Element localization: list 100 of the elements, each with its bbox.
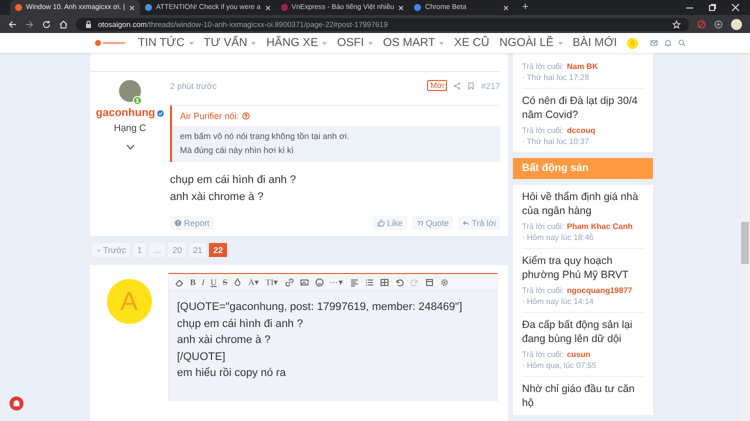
mail-icon[interactable] [650,39,658,47]
reload-icon[interactable] [42,20,51,28]
caret-icon [439,42,444,44]
nav-menu-item[interactable]: OS MART [382,37,444,49]
star-icon[interactable] [672,20,681,28]
undo-icon[interactable] [394,278,404,286]
reply-time: · Hôm nay lúc 18:46 [522,232,594,243]
drop-icon[interactable] [233,278,242,286]
toolbar-button[interactable]: TI▾ [266,277,279,287]
caret-icon [322,42,328,44]
nav-menu-item[interactable]: BÀI MỚI [572,37,618,49]
last-reply-label: Trả lời cuối: [522,61,564,72]
chevron-down-icon[interactable] [126,144,134,150]
username-link[interactable]: Nam BK [566,61,598,72]
reply-editor[interactable]: B I U S A▾ TI▾ ⋯▾ [QUOTE="gaconhung, post: 17997619, member: 248469"] chụp em cái hình đi anh ? anh xài chrome à ? [/QUOTE] em hiểu rồi copy nó ra [168,273,498,401]
quote-button[interactable]: Quote [412,216,453,230]
site-icon [145,4,152,11]
username-link[interactable]: ngocquang19877 [566,285,632,296]
toolbar-button[interactable]: U [210,277,217,287]
quote-icon [416,219,424,227]
close-icon[interactable] [503,4,510,10]
post-text: anh xài chrome à ? [170,190,265,205]
nav-menu-item[interactable]: XE CŨ [454,37,490,49]
username-link[interactable]: cusun [566,349,590,360]
topic-title-link[interactable]: Hỏi về thẩm định giá nhà của ngân hàng [522,190,644,218]
site-icon [15,4,22,11]
align-icon[interactable] [350,278,359,286]
smiley-icon[interactable] [314,278,324,286]
editor-text: [QUOTE="gaconhung, post: 17997619, member: 248469"] [177,300,464,315]
arrow-up-circle-icon[interactable] [242,112,250,120]
like-icon [377,219,386,227]
gear-icon[interactable] [440,278,449,286]
eraser-icon[interactable] [175,278,184,286]
nav-menu-item[interactable]: TIN TỨC [138,37,194,49]
notification-bell-icon[interactable] [9,396,24,411]
topic-title-link[interactable]: Nhờ chỉ giáo đầu tư căn hộ [522,382,644,410]
nav-menu-item[interactable]: TƯ VẤN [204,37,256,49]
table-icon[interactable] [380,278,389,286]
bell-icon[interactable] [664,39,672,47]
blocked-icon[interactable] [697,20,706,28]
editor-text: [/QUOTE] [177,350,226,364]
close-icon[interactable] [398,4,404,10]
page-button[interactable]: 1 [133,243,146,257]
forward-icon[interactable] [25,20,34,28]
site-icon [414,4,422,11]
toolbar-button[interactable]: A▾ [248,277,260,287]
template-icon[interactable] [424,278,434,286]
close-icon[interactable] [731,3,740,12]
scrollbar[interactable] [740,53,750,421]
reply-button[interactable]: Trả lời [458,216,500,230]
lock-icon [84,20,93,28]
caret-icon [368,42,373,44]
toolbar-button[interactable]: S [222,277,228,287]
reply-icon [462,219,470,227]
extension-icon[interactable] [714,20,723,28]
restore-icon[interactable] [708,3,717,12]
page-button[interactable]: 21 [188,243,206,257]
report-button[interactable]: Report [170,216,214,230]
close-icon[interactable] [264,4,271,10]
page-button[interactable]: 20 [168,243,186,257]
page-button[interactable]: 22 [209,243,227,257]
last-reply-label: Trả lời cuối: [522,349,564,360]
close-icon[interactable] [129,4,136,10]
reply-time: · Thứ hai lúc 17:28 [522,72,590,83]
link-icon[interactable] [284,278,294,286]
post-text: chụp em cái hình đi anh ? [170,173,297,188]
toolbar-button[interactable]: I [202,277,205,287]
page-ellipsis[interactable]: … [148,243,166,257]
search-icon[interactable] [678,39,686,47]
like-button[interactable]: Like [373,216,407,230]
quote-text: em bấm vô nó nói trang không tồn tại anh ơi. [180,130,350,143]
list-icon[interactable] [364,278,374,286]
previous-page-button[interactable]: Trước [92,243,130,257]
topic-title-link[interactable]: Đa cấp bất động sản lại đang bùng lên dữ dội [522,318,644,346]
new-badge: Mới [427,80,448,91]
topic-title-link[interactable]: Kiểm tra quy hoạch phường Phú Mỹ BRVT [522,254,644,282]
post-time: 2 phút trước [170,80,217,90]
profile-avatar[interactable] [731,18,742,30]
back-icon[interactable] [8,20,17,28]
topic-title-link[interactable]: Có nên đi Đà lạt dịp 30/4 năm Covid? [522,94,644,122]
image-icon[interactable] [300,278,309,286]
editor-text: anh xài chrome à ? [177,333,272,348]
new-tab-button[interactable]: + [514,0,537,15]
user-avatar[interactable] [119,80,141,102]
editor-text: chụp em cái hình đi anh ? [177,316,304,332]
caret-icon [558,42,563,44]
username-link[interactable]: gaconhung [96,107,156,119]
scrollbar-thumb[interactable] [741,222,749,264]
username-link[interactable]: Pham Khac Canh [566,221,633,232]
nav-menu-item[interactable]: NGOÀI LỀ [499,37,563,49]
toolbar-button[interactable]: B [190,277,196,287]
username-link[interactable]: dccouq [566,125,596,136]
toolbar-button[interactable]: ⋯▾ [330,277,344,287]
home-icon[interactable] [59,20,68,28]
logo-icon[interactable] [94,39,126,47]
user-rank: Hạng C [114,123,146,134]
nav-menu-item[interactable]: HÃNG XE [266,37,328,49]
nav-menu-item[interactable]: OSFI [337,37,373,49]
quote-author[interactable]: Air Purifier nói: [180,111,240,121]
caret-icon [188,42,194,44]
